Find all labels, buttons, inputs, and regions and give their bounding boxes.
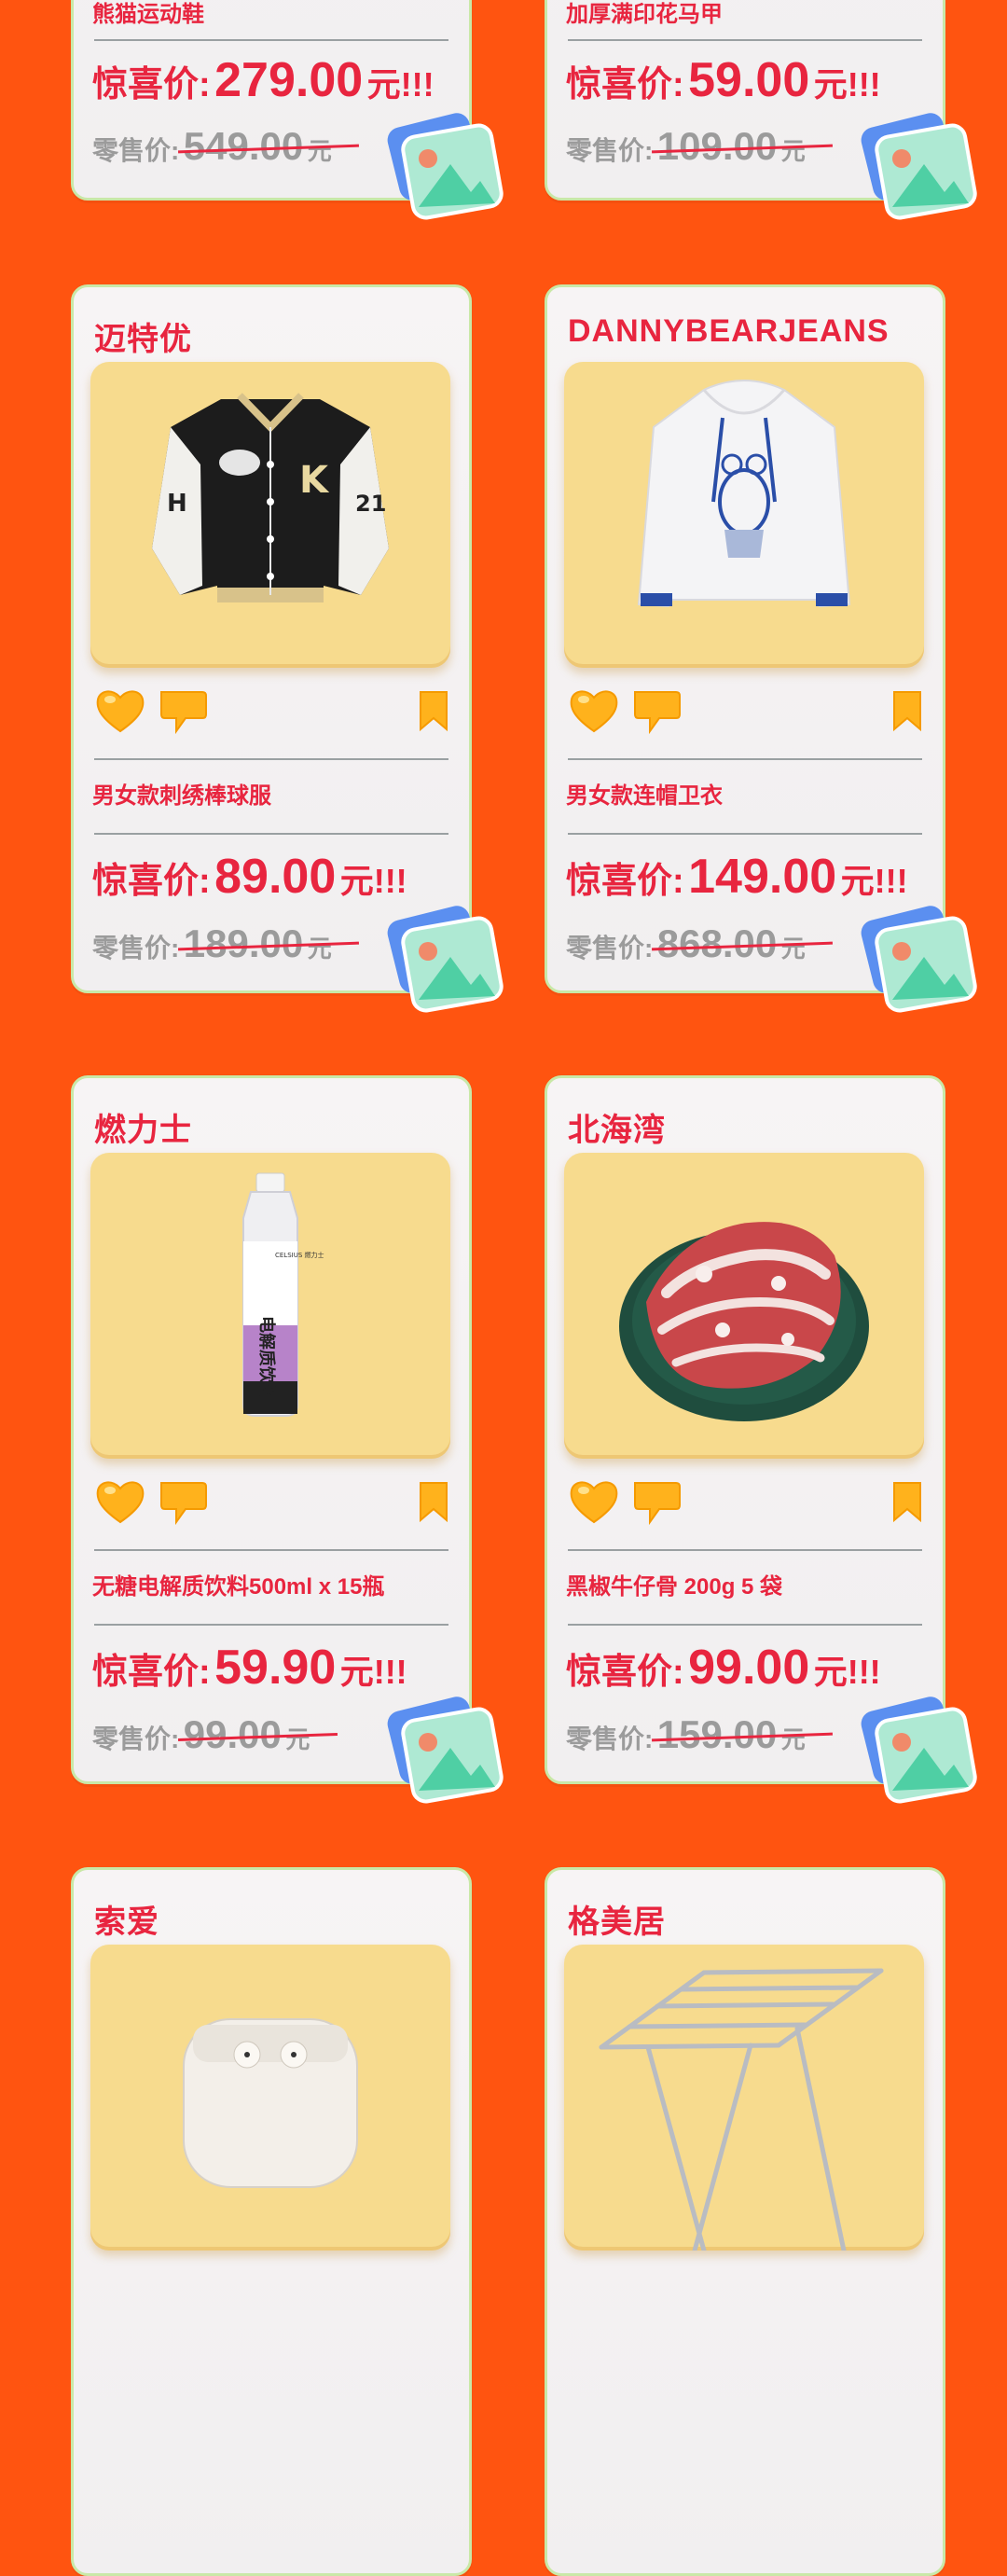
svg-text:H: H	[167, 490, 187, 518]
thumbs-down-icon[interactable]	[156, 686, 208, 735]
product-name: 加厚满印花马甲	[566, 2, 723, 27]
retail-price: 零售价: 189.00 元	[92, 921, 332, 965]
product-name: 熊猫运动鞋	[92, 2, 204, 27]
product-image[interactable]: K H 21	[90, 362, 450, 668]
sale-price: 惊喜价: 59.00 元!!!	[566, 53, 881, 107]
product-image[interactable]	[564, 1153, 924, 1459]
bottle-label-brand: CELSIUS 燃力士	[275, 1251, 324, 1259]
heart-icon[interactable]	[94, 1477, 146, 1526]
product-image[interactable]	[564, 1945, 924, 2251]
product-card[interactable]: 熊猫运动鞋 惊喜价: 279.00 元!!! 零售价: 549.00 元	[71, 0, 504, 220]
product-card[interactable]: DANNYBEARJEANS 男女款连帽卫衣 惊喜价: 149.00 元!!! …	[545, 284, 977, 1013]
brand-name: 格美居	[568, 1904, 666, 1940]
divider	[94, 833, 448, 835]
image-icon[interactable]	[848, 103, 978, 224]
retail-price: 零售价: 109.00 元	[566, 124, 806, 168]
retail-price: 零售价: 549.00 元	[92, 124, 332, 168]
sale-price: 惊喜价: 59.90 元!!!	[92, 1641, 407, 1695]
image-icon[interactable]	[848, 1686, 978, 1807]
beef-ribs-image	[619, 1222, 869, 1421]
svg-text:K: K	[299, 459, 330, 502]
brand-name: 索爱	[94, 1904, 159, 1940]
product-card[interactable]: 迈特优 K H 21 男女款刺绣棒球服 惊喜价: 89.00 元!!! 零售价:…	[71, 284, 504, 1013]
product-card[interactable]: 索爱	[71, 1867, 472, 2576]
svg-text:21: 21	[355, 491, 386, 517]
image-icon[interactable]	[848, 895, 978, 1017]
product-name: 男女款连帽卫衣	[566, 783, 723, 809]
product-card[interactable]: 燃力士 电解质饮料 CELSIUS 燃力士 无糖电解质饮料500ml x 15瓶…	[71, 1075, 504, 1804]
product-image[interactable]	[90, 1945, 450, 2251]
divider	[94, 39, 448, 41]
jacket-image: K H 21	[152, 393, 389, 602]
divider	[568, 1549, 922, 1551]
bookmark-icon[interactable]	[890, 688, 924, 733]
retail-price: 零售价: 99.00 元	[92, 1712, 310, 1756]
brand-name: DANNYBEARJEANS	[568, 313, 890, 349]
product-card[interactable]: 加厚满印花马甲 惊喜价: 59.00 元!!! 零售价: 109.00 元	[545, 0, 977, 220]
product-name: 黑椒牛仔骨 200g 5 袋	[566, 1574, 783, 1600]
image-icon[interactable]	[374, 895, 504, 1017]
bookmark-icon[interactable]	[890, 1479, 924, 1524]
heart-icon[interactable]	[94, 686, 146, 735]
product-image[interactable]: 电解质饮料 CELSIUS 燃力士	[90, 1153, 450, 1459]
divider	[568, 39, 922, 41]
divider	[94, 1624, 448, 1626]
drying-rack-image	[599, 1968, 884, 2251]
product-card[interactable]: 北海湾 黑椒牛仔骨 200g 5 袋 惊喜价: 99.00 元!!! 零售价: …	[545, 1075, 977, 1804]
brand-name: 迈特优	[94, 322, 192, 357]
retail-price: 零售价: 159.00 元	[566, 1712, 806, 1756]
thumbs-down-icon[interactable]	[629, 686, 682, 735]
hoodie-image	[637, 380, 851, 608]
retail-price: 零售价: 868.00 元	[566, 921, 806, 965]
bookmark-icon[interactable]	[417, 688, 450, 733]
divider	[94, 758, 448, 760]
drink-bottle-image: 电解质饮料 CELSIUS 燃力士	[242, 1172, 324, 1417]
brand-name: 北海湾	[568, 1113, 666, 1148]
image-icon[interactable]	[374, 1686, 504, 1807]
product-name: 无糖电解质饮料500ml x 15瓶	[92, 1574, 385, 1600]
divider	[568, 833, 922, 835]
product-image[interactable]	[564, 362, 924, 668]
heart-icon[interactable]	[568, 686, 620, 735]
brand-name: 燃力士	[94, 1113, 192, 1148]
sale-price: 惊喜价: 279.00 元!!!	[92, 53, 435, 107]
divider	[568, 1624, 922, 1626]
heart-icon[interactable]	[568, 1477, 620, 1526]
earbuds-image	[183, 2018, 358, 2188]
product-name: 男女款刺绣棒球服	[92, 783, 271, 809]
divider	[94, 1549, 448, 1551]
sale-price: 惊喜价: 89.00 元!!!	[92, 850, 407, 904]
sale-price: 惊喜价: 99.00 元!!!	[566, 1641, 881, 1695]
product-card[interactable]: 格美居	[545, 1867, 945, 2576]
bookmark-icon[interactable]	[417, 1479, 450, 1524]
thumbs-down-icon[interactable]	[629, 1477, 682, 1526]
thumbs-down-icon[interactable]	[156, 1477, 208, 1526]
image-icon[interactable]	[374, 103, 504, 224]
divider	[568, 758, 922, 760]
bottle-label-title: 电解质饮料	[256, 1316, 277, 1400]
